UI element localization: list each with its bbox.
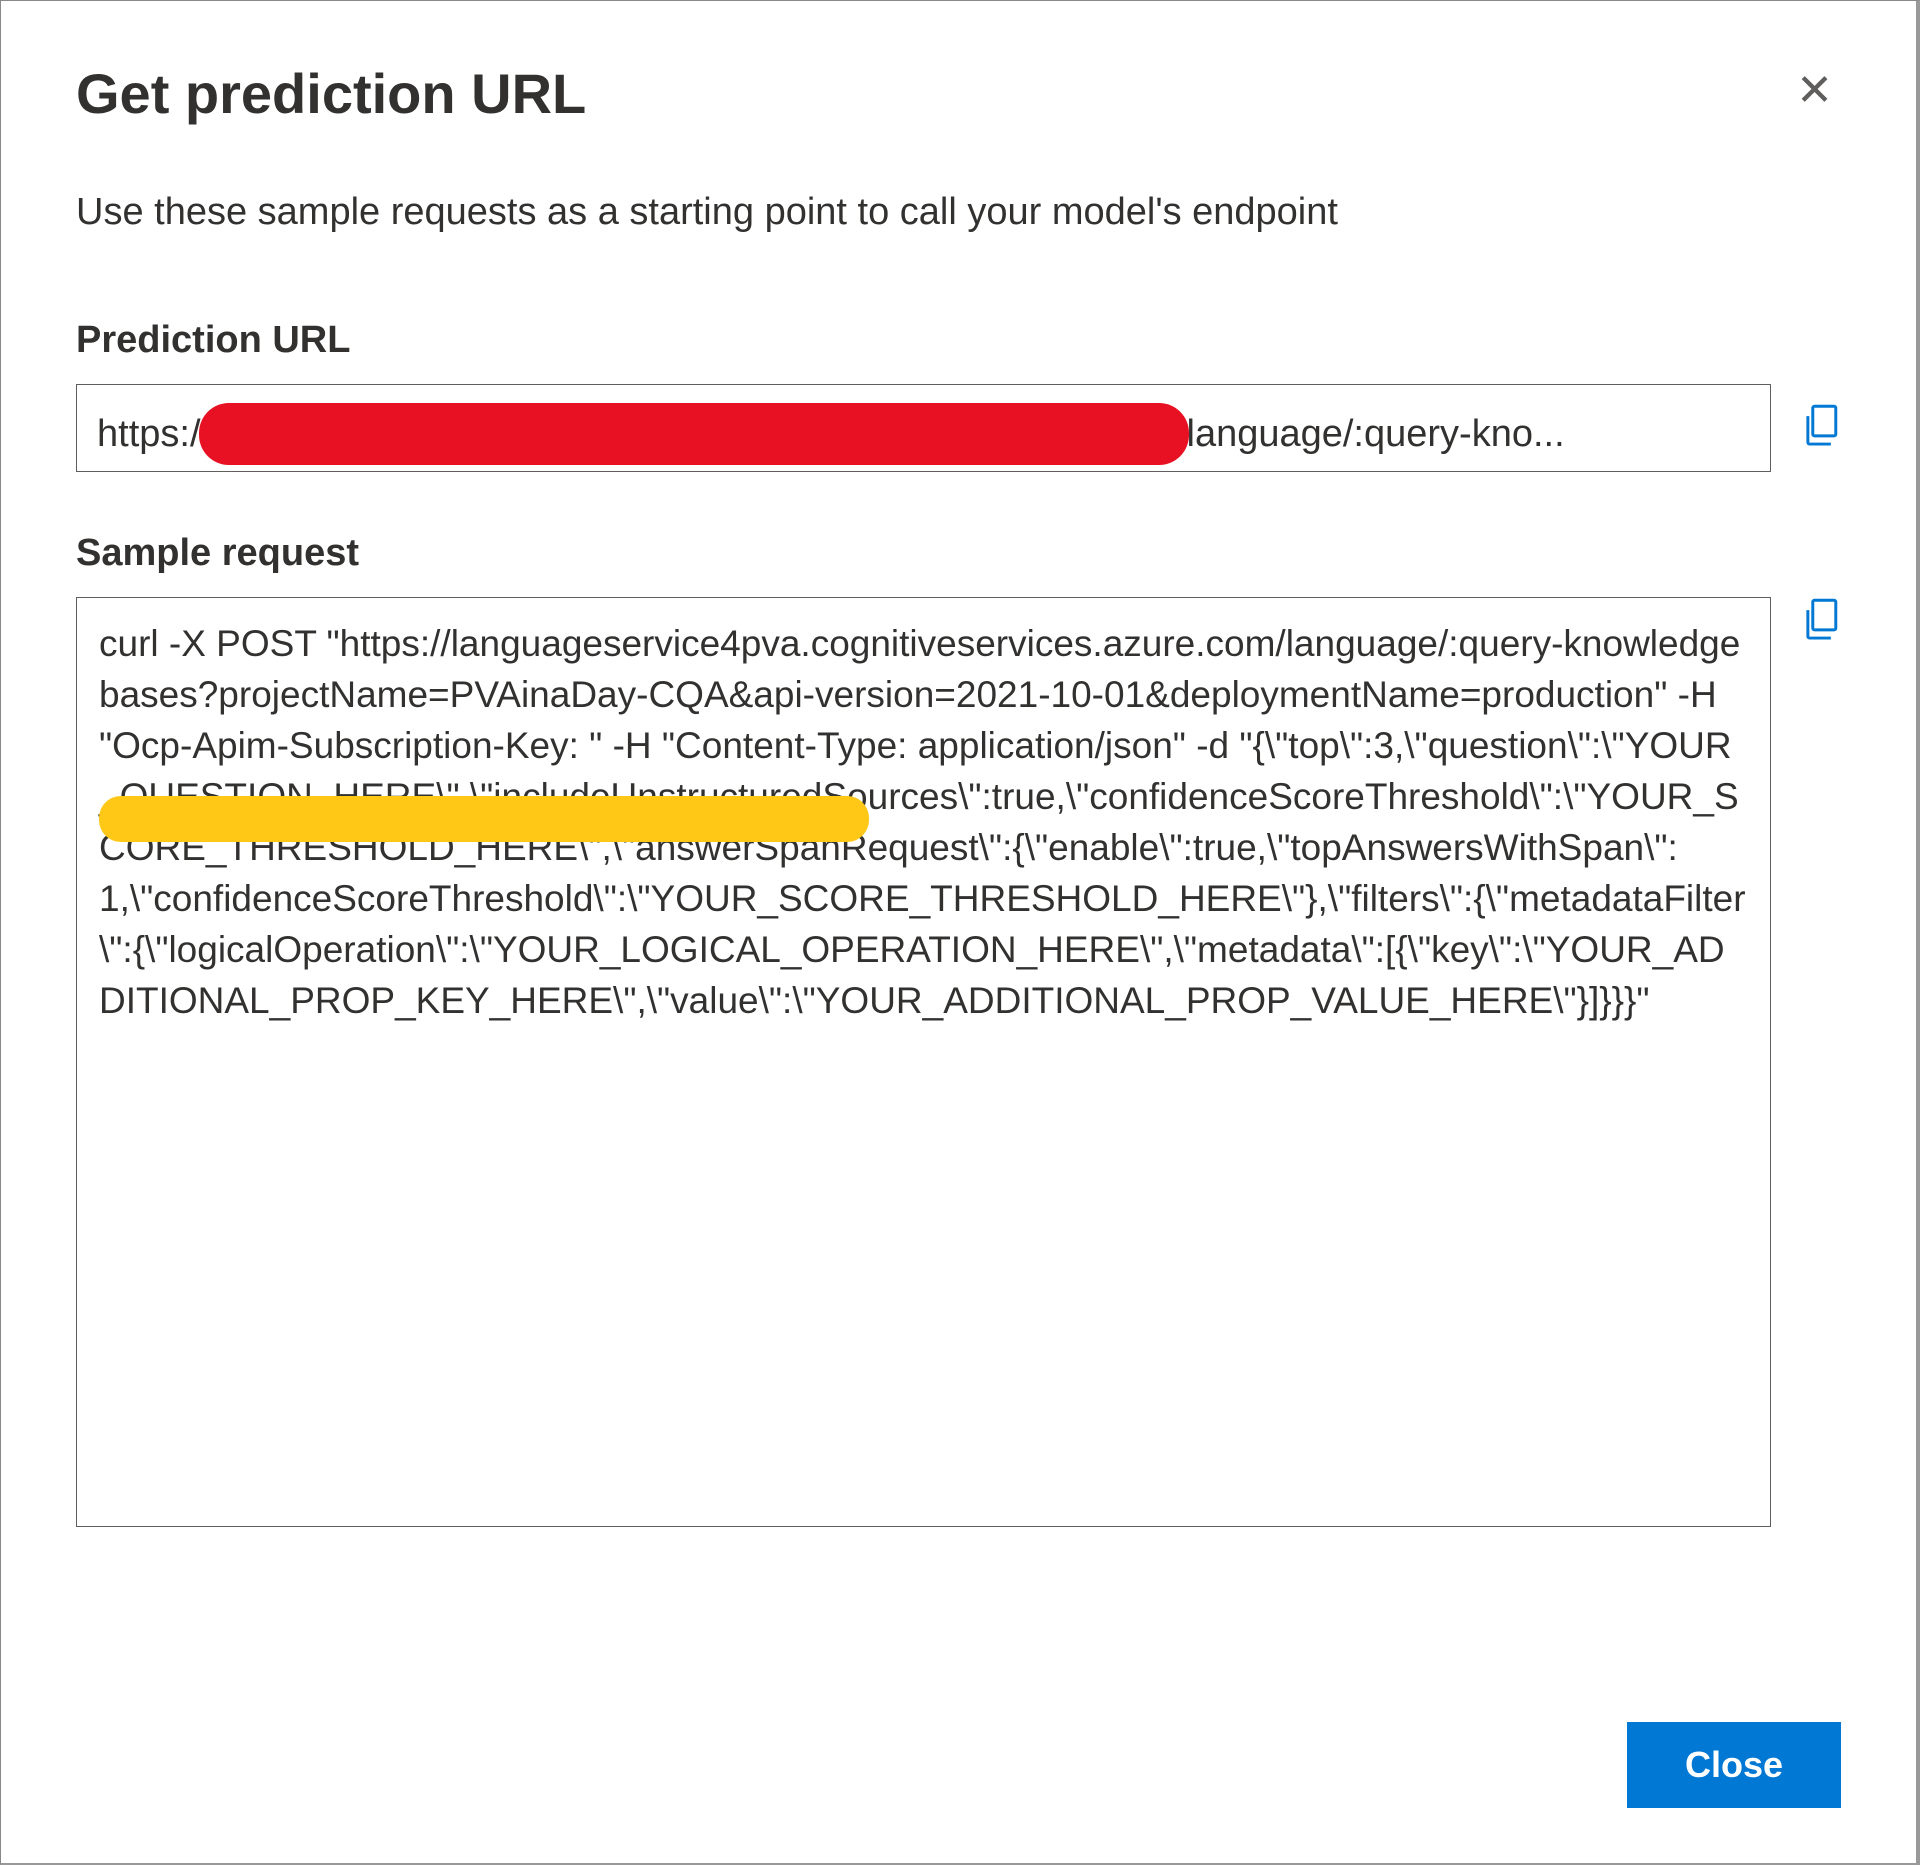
copy-icon[interactable] <box>1801 597 1841 648</box>
redaction-yellow <box>99 796 869 842</box>
sample-request-textarea[interactable]: curl -X POST "https://languageservice4pv… <box>76 597 1771 1527</box>
prediction-url-input[interactable]: https:/ language/:query-kno... <box>76 384 1771 472</box>
dialog-footer: Close <box>76 1722 1841 1808</box>
prediction-url-label: Prediction URL <box>76 319 1841 362</box>
redaction-red <box>199 403 1189 465</box>
close-icon[interactable]: ✕ <box>1788 61 1841 121</box>
close-button[interactable]: Close <box>1627 1722 1841 1808</box>
prediction-url-row: https:/ language/:query-kno... <box>76 384 1841 472</box>
sample-request-row: curl -X POST "https://languageservice4pv… <box>76 597 1841 1652</box>
dialog-description: Use these sample requests as a starting … <box>76 191 1841 234</box>
dialog-title: Get prediction URL <box>76 61 586 126</box>
copy-icon[interactable] <box>1801 403 1841 454</box>
url-suffix: language/:query-kno... <box>1187 413 1565 456</box>
url-prefix: https:/ <box>97 413 201 456</box>
sample-request-label: Sample request <box>76 532 1841 575</box>
prediction-url-dialog: Get prediction URL ✕ Use these sample re… <box>0 0 1920 1865</box>
dialog-header: Get prediction URL ✕ <box>76 61 1841 126</box>
